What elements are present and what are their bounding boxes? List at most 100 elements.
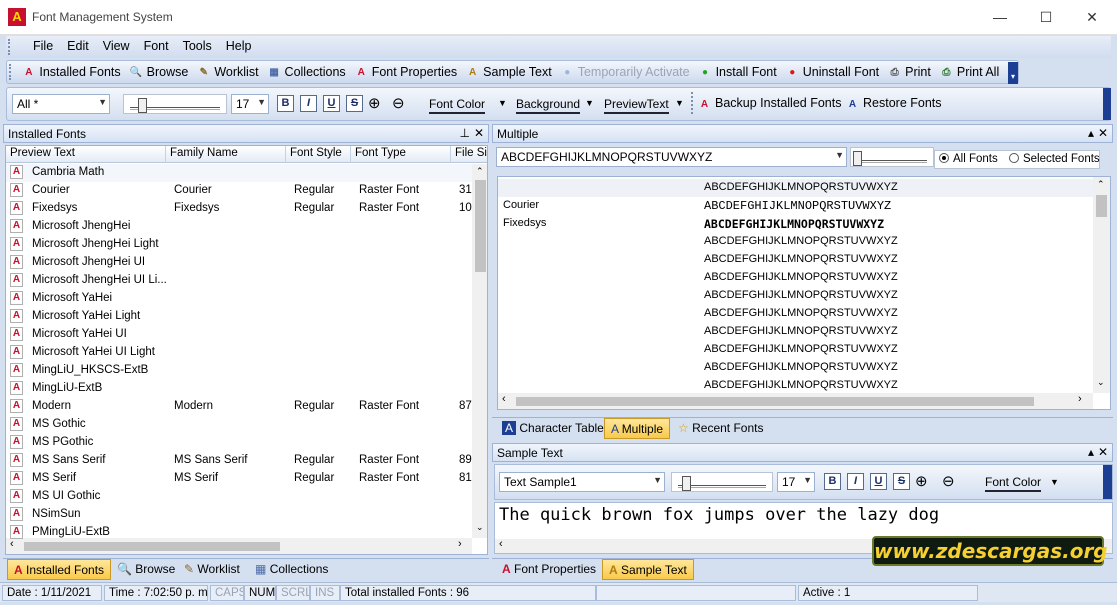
slider-thumb[interactable]: [682, 476, 691, 491]
table-row[interactable]: A Microsoft YaHei Light: [6, 308, 472, 326]
menu-edit[interactable]: Edit: [60, 36, 96, 56]
table-row[interactable]: A Microsoft YaHei: [6, 290, 472, 308]
scroll-thumb[interactable]: [516, 397, 1034, 406]
toolbar-overflow-button[interactable]: [1103, 465, 1112, 499]
table-row[interactable]: A MS Serif MS Serif Regular Raster Font 81: [6, 470, 472, 488]
tab-sample-text[interactable]: A Sample Text: [602, 559, 694, 580]
list-item[interactable]: ABCDEFGHIJKLMNOPQRSTUVWXYZ: [498, 233, 1093, 251]
collapse-icon[interactable]: ▴: [1088, 445, 1094, 459]
list-item[interactable]: Fixedsys ABCDEFGHIJKLMNOPQRSTUVWXYZ: [498, 215, 1093, 233]
table-row[interactable]: A MingLiU-ExtB: [6, 380, 472, 398]
tab-character-table[interactable]: A Character Table: [496, 418, 610, 439]
table-row[interactable]: A Microsoft JhengHei Light: [6, 236, 472, 254]
column-header-preview[interactable]: Preview Text: [6, 146, 166, 163]
sample-bold-button[interactable]: B: [824, 473, 841, 490]
radio-selected-fonts[interactable]: Selected Fonts: [1008, 153, 1100, 165]
tab-multiple[interactable]: A Multiple: [604, 418, 671, 439]
list-item[interactable]: ABCDEFGHIJKLMNOPQRSTUVWXYZ: [498, 341, 1093, 359]
preview-text-button[interactable]: PreviewText: [604, 97, 669, 114]
zoom-in-icon[interactable]: ⊕: [915, 472, 928, 490]
scroll-up-icon[interactable]: ⌃: [1097, 179, 1105, 190]
scroll-down-icon[interactable]: ⌄: [1097, 377, 1105, 388]
vertical-scrollbar[interactable]: ⌃ ⌄: [1093, 177, 1110, 393]
table-row[interactable]: A MS Sans Serif MS Sans Serif Regular Raster…: [6, 452, 472, 470]
chevron-down-icon[interactable]: ▼: [585, 98, 594, 108]
size-slider[interactable]: [123, 94, 227, 114]
sample-font-color-button[interactable]: Font Color: [985, 475, 1042, 492]
restore-fonts-button[interactable]: A Restore Fonts: [845, 96, 942, 112]
collapse-icon[interactable]: ▴: [1088, 126, 1094, 140]
table-row[interactable]: A Microsoft JhengHei UI: [6, 254, 472, 272]
backup-installed-fonts-button[interactable]: A Backup Installed Fonts: [697, 96, 842, 112]
zoom-out-icon[interactable]: ⊖: [942, 472, 955, 490]
bold-button[interactable]: B: [277, 95, 294, 112]
toolbar-button-10[interactable]: ⎙ Print All: [935, 61, 1003, 83]
column-header-filesize[interactable]: File Siz: [451, 146, 487, 163]
size-combo[interactable]: 17 ▼: [231, 94, 269, 114]
close-window-button[interactable]: ✕: [1077, 6, 1107, 28]
font-color-button[interactable]: Font Color: [429, 97, 486, 114]
menu-tools[interactable]: Tools: [176, 36, 219, 56]
chevron-down-icon[interactable]: ▼: [675, 98, 684, 108]
list-item[interactable]: ABCDEFGHIJKLMNOPQRSTUVWXYZ: [498, 377, 1093, 395]
close-icon[interactable]: ✕: [1098, 126, 1108, 140]
table-row[interactable]: A MingLiU_HKSCS-ExtB: [6, 362, 472, 380]
toolbar-button-1[interactable]: 🔍 Browse: [125, 61, 193, 83]
tab-installed-fonts[interactable]: A Installed Fonts: [7, 559, 112, 580]
preview-text-combo[interactable]: ABCDEFGHIJKLMNOPQRSTUVWXYZ ▼: [496, 147, 847, 167]
scroll-left-icon[interactable]: ‹: [499, 538, 503, 550]
multiple-size-slider[interactable]: [850, 147, 934, 167]
sample-size-combo[interactable]: 17 ▼: [777, 472, 815, 492]
strike-button[interactable]: S: [346, 95, 363, 112]
column-header-family[interactable]: Family Name: [166, 146, 286, 163]
table-row[interactable]: A MS UI Gothic: [6, 488, 472, 506]
chevron-down-icon[interactable]: ▼: [498, 98, 507, 108]
toolbar-button-0[interactable]: A Installed Fonts: [17, 61, 124, 83]
scroll-down-icon[interactable]: ⌄: [476, 522, 484, 533]
close-icon[interactable]: ✕: [474, 126, 484, 140]
column-header-type[interactable]: Font Type: [351, 146, 451, 163]
zoom-out-icon[interactable]: ⊖: [392, 94, 405, 112]
table-row[interactable]: A PMingLiU-ExtB: [6, 524, 472, 542]
slider-thumb[interactable]: [853, 151, 862, 166]
sample-underline-button[interactable]: U: [870, 473, 887, 490]
menu-view[interactable]: View: [96, 36, 137, 56]
scroll-thumb[interactable]: [1096, 195, 1107, 217]
zoom-in-icon[interactable]: ⊕: [368, 94, 381, 112]
list-item[interactable]: ABCDEFGHIJKLMNOPQRSTUVWXYZ: [498, 251, 1093, 269]
horizontal-scrollbar[interactable]: ‹ ›: [498, 393, 1093, 409]
tab-worklist[interactable]: ✎ Worklist: [178, 559, 246, 580]
table-row[interactable]: A MS Gothic: [6, 416, 472, 434]
toolbar-button-5[interactable]: A Sample Text: [461, 61, 556, 83]
table-row[interactable]: A Microsoft JhengHei: [6, 218, 472, 236]
chevron-down-icon[interactable]: ▼: [1050, 477, 1059, 487]
toolbar-button-3[interactable]: ▦ Collections: [263, 61, 350, 83]
tab-browse[interactable]: 🔍 Browse: [111, 559, 181, 580]
sample-select-combo[interactable]: Text Sample1 ▼: [499, 472, 665, 492]
menu-file[interactable]: File: [26, 36, 60, 56]
filter-combo[interactable]: All * ▼: [12, 94, 110, 114]
sample-size-slider[interactable]: [671, 472, 773, 492]
list-item[interactable]: ABCDEFGHIJKLMNOPQRSTUVWXYZ: [498, 287, 1093, 305]
toolbar-button-4[interactable]: A Font Properties: [350, 61, 461, 83]
slider-thumb[interactable]: [138, 98, 147, 113]
scroll-thumb[interactable]: [24, 542, 280, 551]
background-button[interactable]: Background: [516, 97, 581, 114]
menu-font[interactable]: Font: [137, 36, 176, 56]
sample-strike-button[interactable]: S: [893, 473, 910, 490]
tab-recent-fonts[interactable]: ☆ Recent Fonts: [672, 418, 769, 439]
tab-font-properties[interactable]: A Font Properties: [496, 559, 602, 580]
menu-help[interactable]: Help: [219, 36, 259, 56]
table-row[interactable]: A Microsoft YaHei UI Light: [6, 344, 472, 362]
column-header-style[interactable]: Font Style: [286, 146, 351, 163]
pin-icon[interactable]: ⊥: [460, 126, 470, 140]
list-item[interactable]: ABCDEFGHIJKLMNOPQRSTUVWXYZ: [498, 269, 1093, 287]
table-row[interactable]: A Microsoft YaHei UI: [6, 326, 472, 344]
table-row[interactable]: A Cambria Math: [6, 164, 472, 182]
table-row[interactable]: A Microsoft JhengHei UI Li...: [6, 272, 472, 290]
toolbar-button-2[interactable]: ✎ Worklist: [192, 61, 262, 83]
maximize-button[interactable]: ☐: [1031, 6, 1061, 28]
toolbar-button-7[interactable]: ● Install Font: [694, 61, 781, 83]
radio-all-fonts[interactable]: All Fonts: [939, 153, 998, 165]
toolbar-overflow-button[interactable]: ▾: [1008, 62, 1018, 84]
